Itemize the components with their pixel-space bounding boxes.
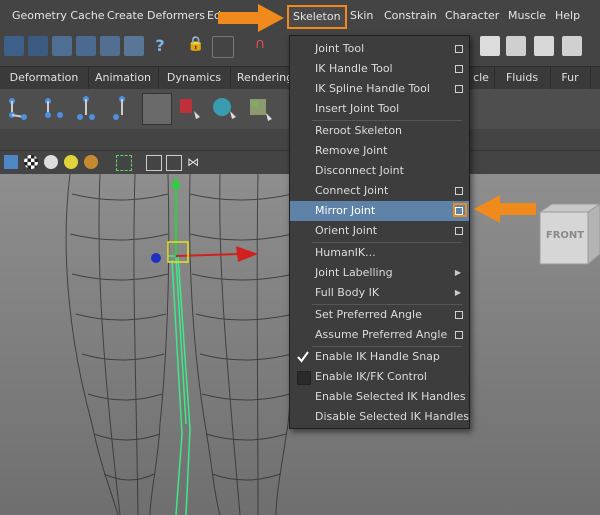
menu-create-deformers[interactable]: Create Deformers [107, 6, 205, 26]
menu-item-insert-joint-tool[interactable]: Insert Joint Tool [290, 99, 469, 119]
ipr-render-icon[interactable] [534, 36, 554, 56]
paint-weights-shelf-icon[interactable] [176, 93, 204, 123]
point-snap-icon[interactable] [76, 36, 96, 56]
isolate-select-icon[interactable] [116, 155, 132, 171]
menu-skeleton[interactable]: Skeleton [287, 5, 347, 29]
ik-spline-shelf-icon[interactable] [72, 93, 100, 123]
option-box-icon[interactable] [455, 65, 463, 73]
select-icon[interactable] [212, 36, 234, 58]
option-box-icon[interactable] [455, 45, 463, 53]
menu-item-mirror-joint[interactable]: Mirror Joint [290, 201, 469, 221]
submenu-arrow-icon: ▶ [454, 288, 461, 297]
xray-icon[interactable] [146, 155, 162, 171]
menu-geometry-cache[interactable]: Geometry Cache [12, 6, 105, 26]
option-box-icon[interactable] [455, 227, 463, 235]
insert-joint-shelf-icon[interactable] [106, 93, 134, 123]
tab-deformation[interactable]: Deformation [0, 67, 89, 89]
lock-icon[interactable]: 🔒 [186, 36, 206, 56]
share-icon[interactable]: ⋈ [186, 155, 200, 169]
menu-item-disconnect-joint[interactable]: Disconnect Joint [290, 161, 469, 181]
menu-item-ik-handle-tool[interactable]: IK Handle Tool [290, 59, 469, 79]
shaded-icon[interactable] [4, 155, 18, 169]
joint-tool-shelf-icon[interactable] [4, 93, 32, 123]
checkmark-icon [297, 351, 309, 363]
menu-muscle[interactable]: Muscle [508, 6, 546, 26]
view-snap-icon[interactable] [100, 36, 120, 56]
menu-item-orient-joint[interactable]: Orient Joint [290, 221, 469, 241]
viewcube-front-label[interactable]: FRONT [545, 230, 585, 241]
submenu-arrow-icon: ▶ [454, 268, 461, 277]
menu-skin[interactable]: Skin [350, 6, 373, 26]
transform-icon[interactable] [4, 36, 24, 56]
render-settings-icon[interactable] [562, 36, 582, 56]
menu-item-joint-tool[interactable]: Joint Tool [290, 39, 469, 59]
menu-item-humanik[interactable]: HumanIK... [290, 243, 469, 263]
option-box-icon[interactable] [455, 85, 463, 93]
grid-snap-icon[interactable] [52, 36, 72, 56]
menu-item-reroot-skeleton[interactable]: Reroot Skeleton [290, 121, 469, 141]
tab-dynamics[interactable]: Dynamics [158, 67, 231, 89]
cube-shelf-icon[interactable] [246, 93, 274, 123]
tab-animation[interactable]: Animation [88, 67, 159, 89]
option-box-icon[interactable] [455, 207, 463, 215]
xray-joints-icon[interactable] [166, 155, 182, 171]
tab-fur[interactable]: Fur [550, 67, 591, 89]
menu-constrain[interactable]: Constrain [384, 6, 437, 26]
menu-character[interactable]: Character [445, 6, 499, 26]
checker-icon[interactable] [24, 155, 38, 169]
menu-item-connect-joint[interactable]: Connect Joint [290, 181, 469, 201]
option-box-icon[interactable] [455, 311, 463, 319]
menu-item-assume-preferred-angle[interactable]: Assume Preferred Angle [290, 325, 469, 345]
all-lights-icon[interactable] [64, 155, 78, 169]
menu-bar: Geometry Cache Create Deformers Ed Skele… [0, 0, 600, 33]
tab-muscle-partial[interactable]: cle [468, 67, 495, 89]
menu-item-full-body-ik[interactable]: Full Body IK ▶ [290, 283, 469, 303]
outliner-shelf-icon[interactable] [142, 93, 172, 125]
option-box-icon[interactable] [455, 331, 463, 339]
ik-handle-shelf-icon[interactable] [38, 93, 66, 123]
menu-item-remove-joint[interactable]: Remove Joint [290, 141, 469, 161]
shadows-icon[interactable] [84, 155, 98, 169]
sphere-shelf-icon[interactable] [210, 93, 238, 123]
unchecked-box-icon [297, 371, 311, 385]
menu-item-enable-ik-handle-snap[interactable]: Enable IK Handle Snap [290, 347, 469, 367]
menu-help[interactable]: Help [555, 6, 580, 26]
help-icon[interactable]: ? [150, 36, 170, 56]
menu-item-disable-selected-ik-handles[interactable]: Disable Selected IK Handles [290, 407, 469, 427]
callout-arrow-left-icon [474, 195, 536, 223]
skeleton-dropdown-menu: Joint Tool IK Handle Tool IK Spline Hand… [289, 35, 470, 429]
menu-item-ik-spline-handle-tool[interactable]: IK Spline Handle Tool [290, 79, 469, 99]
surface-snap-icon[interactable] [124, 36, 144, 56]
callout-arrow-right-icon [218, 4, 284, 32]
magnet-icon[interactable]: ∩ [250, 36, 270, 56]
render-view-icon[interactable] [480, 36, 500, 56]
menu-item-enable-ik-fk-control[interactable]: Enable IK/FK Control [290, 367, 469, 387]
render-icon[interactable] [506, 36, 526, 56]
menu-item-joint-labelling[interactable]: Joint Labelling ▶ [290, 263, 469, 283]
menu-item-enable-selected-ik-handles[interactable]: Enable Selected IK Handles [290, 387, 469, 407]
curve-snap-icon[interactable] [28, 36, 48, 56]
default-light-icon[interactable] [44, 155, 58, 169]
tab-fluids[interactable]: Fluids [494, 67, 551, 89]
menu-item-set-preferred-angle[interactable]: Set Preferred Angle [290, 305, 469, 325]
option-box-icon[interactable] [455, 187, 463, 195]
